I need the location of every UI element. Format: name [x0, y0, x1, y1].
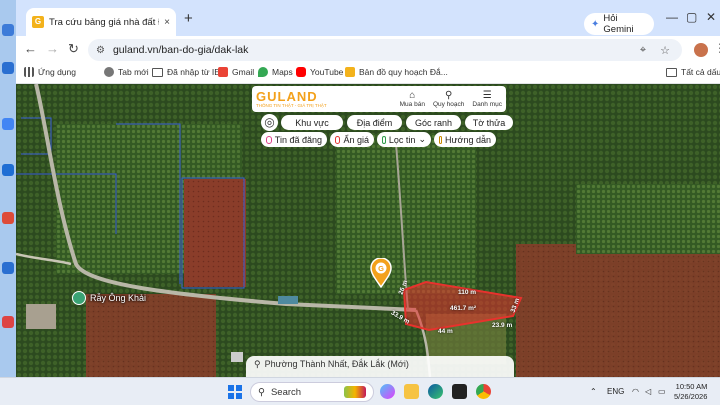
- minimize-button[interactable]: —: [666, 10, 678, 24]
- reload-icon[interactable]: ↻: [68, 42, 79, 56]
- ask-gemini-button[interactable]: ✦ Hỏi Gemini: [584, 13, 654, 35]
- desktop-icon-6[interactable]: [2, 262, 14, 274]
- gmail-icon: [218, 67, 228, 77]
- map-search-icon: ⚲: [444, 90, 453, 101]
- tab-close-icon[interactable]: ×: [164, 17, 170, 28]
- bookmark-guland[interactable]: Bản đồ quy hoạch Đắ...: [345, 67, 448, 77]
- edge-icon[interactable]: [428, 384, 443, 399]
- desktop-icon-5[interactable]: [2, 212, 14, 224]
- bookmark-star-icon[interactable]: ☆: [660, 44, 670, 57]
- parcel-edge-top: 110 m: [458, 289, 477, 296]
- filter-tin-da-dang[interactable]: Tin đã đăng: [261, 132, 327, 147]
- apps-grid-icon: [24, 67, 34, 77]
- posted-dot-icon: [266, 135, 272, 144]
- parcel-area-label: 461.7 m²: [450, 305, 477, 312]
- filter-goc-ranh[interactable]: Góc ranh: [406, 115, 461, 130]
- system-clock[interactable]: 10:50 AM 5/26/2026: [674, 382, 707, 402]
- folder-icon: [666, 67, 677, 77]
- browser-window: G Tra cứu bảng giá nhà đất Đắk Lắk × + ✦…: [16, 0, 720, 377]
- wifi-icon[interactable]: ◠: [632, 387, 639, 396]
- menu-danh-muc[interactable]: ☰ Danh mục: [472, 90, 502, 108]
- battery-icon[interactable]: ▭: [658, 387, 666, 396]
- bookmark-gmail[interactable]: Gmail: [218, 67, 254, 77]
- desktop-icon-2[interactable]: [2, 62, 14, 74]
- filter-an-gia[interactable]: Ẩn giá: [330, 132, 374, 147]
- filter-loc-tin[interactable]: Lọc tin ⌄: [377, 132, 431, 147]
- menu-quy-hoach[interactable]: ⚲ Quy hoạch: [433, 90, 464, 108]
- kebab-menu-icon[interactable]: ⋮: [714, 41, 720, 55]
- location-icon[interactable]: ⌖: [640, 44, 646, 57]
- windows-taskbar: ⚲ Search ⌃ ENG ◠ ◁ ▭ 10:50 AM 5/26/2026: [0, 377, 720, 405]
- address-bar[interactable]: ⚙ guland.vn/ban-do-gia/dak-lak ⌖ ☆: [88, 39, 682, 61]
- bookmark-new-tab[interactable]: Tab mới: [104, 67, 149, 77]
- desktop-icon-3[interactable]: [2, 118, 14, 130]
- taskbar-search[interactable]: ⚲ Search: [250, 382, 374, 402]
- folder-icon: [152, 67, 163, 77]
- desktop-icon-7[interactable]: [2, 316, 14, 328]
- guide-dot-icon: [439, 135, 443, 144]
- forward-arrow-icon[interactable]: →: [46, 42, 59, 56]
- guland-icon: [345, 67, 355, 77]
- bookmark-youtube[interactable]: YouTube: [296, 67, 343, 77]
- parcel-edge-bottom-right: 23.9 m: [492, 322, 513, 329]
- place-label[interactable]: Rẫy Ông Khải: [72, 291, 146, 305]
- bookmark-folder-ie[interactable]: Đã nhập từ IE: [152, 67, 220, 77]
- map-marker-icon[interactable]: G: [370, 258, 392, 288]
- tab-title: Tra cứu bảng giá nhà đất Đắk Lắk: [49, 16, 159, 28]
- store-icon: ⌂: [409, 90, 416, 101]
- satellite-map[interactable]: 461.7 m² 110 m 26 m 33.9 m 44 m 23.9 m 3…: [16, 84, 720, 377]
- gemini-sparkle-icon: ✦: [591, 18, 600, 30]
- search-highlight-icon: [344, 386, 366, 398]
- filter-dia-diem[interactable]: Địa điểm: [347, 115, 402, 130]
- back-arrow-icon[interactable]: ←: [24, 42, 37, 56]
- url-text: guland.vn/ban-do-gia/dak-lak: [112, 44, 249, 56]
- filter-to-thua[interactable]: Tờ thửa: [465, 115, 513, 130]
- location-pin-icon: ⚲: [254, 359, 261, 369]
- windows-start-icon[interactable]: [228, 385, 242, 399]
- desktop-left-strip: [0, 0, 16, 377]
- tray-chevron-icon[interactable]: ⌃: [590, 387, 597, 396]
- hamburger-icon: ☰: [482, 90, 492, 101]
- bookmark-maps[interactable]: Maps: [258, 67, 293, 77]
- youtube-icon: [296, 67, 306, 77]
- location-text: Phường Thành Nhất, Đắk Lắk (Mới): [264, 359, 409, 369]
- location-info-bar[interactable]: ⚲ Phường Thành Nhất, Đắk Lắk (Mới): [246, 356, 514, 377]
- language-indicator[interactable]: ENG: [607, 387, 624, 396]
- chevron-down-icon: ⌄: [418, 134, 426, 144]
- desktop-icon-1[interactable]: [2, 24, 14, 36]
- guland-logo[interactable]: GULAND THÔNG TIN THẬT - GIÁ TRỊ THẬT: [256, 90, 327, 109]
- bookmark-all[interactable]: Tất cả dấu tra: [666, 67, 720, 77]
- chrome-icon: [104, 67, 114, 77]
- bookmark-apps[interactable]: Ứng dụng: [24, 67, 76, 77]
- maps-icon: [258, 67, 268, 77]
- filter-khu-vuc[interactable]: Khu vực: [281, 115, 343, 130]
- filter-huong-dan[interactable]: Hướng dẫn: [434, 132, 496, 147]
- bookmarks-bar: Ứng dụng Tab mới Đã nhập từ IE Gmail Map…: [16, 64, 720, 84]
- new-tab-button[interactable]: +: [184, 11, 193, 26]
- filter-dot-icon: [382, 135, 386, 144]
- browser-toolbar: ← → ↻ ⚙ guland.vn/ban-do-gia/dak-lak ⌖ ☆…: [16, 36, 720, 64]
- guland-header: GULAND THÔNG TIN THẬT - GIÁ TRỊ THẬT ⌂ M…: [252, 86, 506, 112]
- hide-price-dot-icon: [335, 135, 341, 144]
- file-explorer-icon[interactable]: [404, 384, 419, 399]
- locate-button[interactable]: ◎: [261, 114, 278, 131]
- site-info-icon[interactable]: ⚙: [96, 45, 105, 56]
- tab-strip: G Tra cứu bảng giá nhà đất Đắk Lắk × + ✦…: [16, 0, 720, 36]
- place-pin-icon: [72, 291, 86, 305]
- desktop-icon-4[interactable]: [2, 164, 14, 176]
- menu-mua-ban[interactable]: ⌂ Mua bán: [400, 90, 425, 108]
- maximize-button[interactable]: ▢: [686, 10, 697, 24]
- guland-favicon-icon: G: [32, 16, 44, 28]
- store-app-icon[interactable]: [452, 384, 467, 399]
- chrome-taskbar-icon[interactable]: [476, 384, 491, 399]
- close-window-button[interactable]: ✕: [706, 10, 716, 24]
- tab-guland[interactable]: G Tra cứu bảng giá nhà đất Đắk Lắk ×: [26, 8, 176, 36]
- volume-icon[interactable]: ◁: [645, 387, 651, 396]
- gemini-label: Hỏi Gemini: [603, 13, 634, 35]
- profile-avatar[interactable]: [694, 43, 708, 57]
- copilot-icon[interactable]: [380, 384, 395, 399]
- search-icon: ⚲: [258, 386, 265, 398]
- parcel-edge-bottom: 44 m: [438, 328, 453, 335]
- svg-text:G: G: [378, 264, 384, 273]
